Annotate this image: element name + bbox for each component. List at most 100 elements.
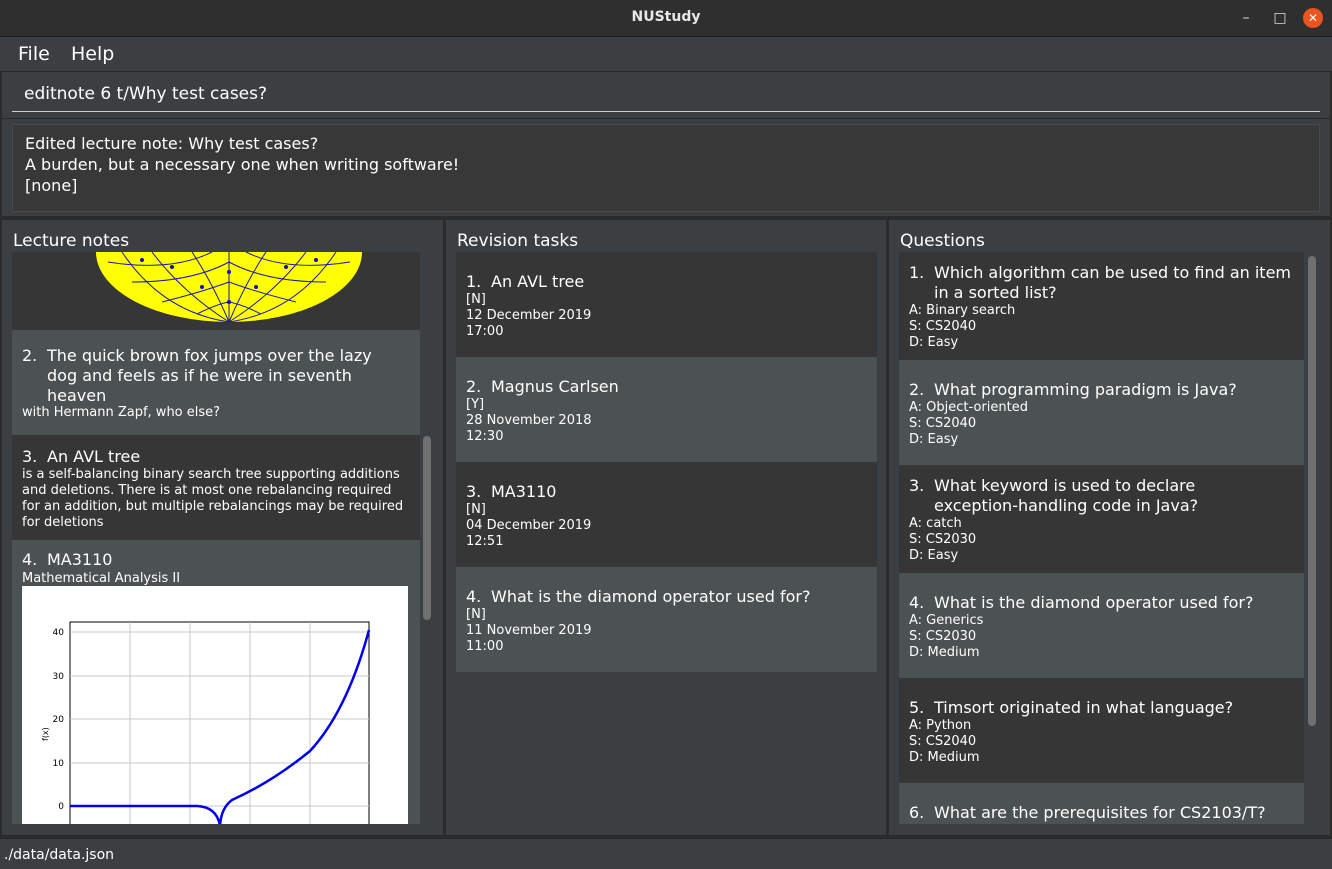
question-answer: A: Binary search — [909, 303, 1016, 318]
list-item[interactable]: 4. What is the diamond operator used for?… — [456, 567, 877, 672]
question-difficulty: D: Medium — [909, 645, 980, 660]
menu-file[interactable]: File — [18, 43, 50, 65]
task-status: [N] — [466, 607, 486, 622]
menu-bar: File Help — [0, 37, 1332, 72]
task-status: [N] — [466, 292, 486, 307]
result-text: Edited lecture note: Why test cases? A b… — [25, 134, 460, 195]
list-item[interactable]: 3. MA3110 [N] 04 December 2019 12:51 — [456, 462, 877, 567]
question-index: 4. — [909, 593, 925, 612]
y-tick: 40 — [53, 628, 65, 638]
task-time: 12:30 — [466, 429, 504, 444]
list-item[interactable]: 4. MA3110 Mathematical Analysis II 40 30… — [12, 540, 420, 824]
question-heading: 3. What keyword is used to declare except… — [909, 476, 1264, 516]
task-time: 17:00 — [466, 324, 504, 339]
question-title: What are the prerequisites for CS2103/T? — [934, 803, 1266, 822]
task-date: 12 December 2019 — [466, 308, 592, 323]
list-item[interactable]: 5. Timsort originated in what language? A… — [899, 678, 1304, 783]
task-status: [Y] — [466, 397, 485, 412]
lecture-notes-list[interactable]: 2. The quick brown fox jumps over the laz… — [12, 252, 420, 824]
question-heading: 1. Which algorithm can be used to find an… — [909, 263, 1299, 303]
lecture-notes-scrollbar[interactable] — [423, 436, 431, 620]
note-index: 4. — [22, 550, 38, 569]
question-answer: A: catch — [909, 516, 962, 531]
y-tick: 0 — [58, 802, 64, 812]
data-file-path: ./data/data.json — [4, 847, 115, 863]
menu-help[interactable]: Help — [71, 43, 114, 65]
list-item[interactable] — [12, 252, 420, 330]
task-date: 04 December 2019 — [466, 518, 592, 533]
question-title: Timsort originated in what language? — [934, 698, 1234, 717]
list-item[interactable]: 2. What programming paradigm is Java? A: … — [899, 360, 1304, 465]
result-display: Edited lecture note: Why test cases? A b… — [2, 119, 1330, 216]
question-subject: S: CS2040 — [909, 319, 977, 334]
maximize-icon[interactable]: □ — [1270, 8, 1290, 28]
question-heading: 5. Timsort originated in what language? — [909, 698, 1233, 718]
revision-tasks-list[interactable]: 1. An AVL tree [N] 12 December 2019 17:00… — [456, 252, 877, 824]
question-title: Which algorithm can be used to find an i… — [934, 263, 1291, 302]
questions-list[interactable]: 1. Which algorithm can be used to find an… — [899, 252, 1304, 824]
list-item[interactable]: 3. What keyword is used to declare except… — [899, 465, 1304, 573]
list-item[interactable]: 2. The quick brown fox jumps over the laz… — [12, 330, 420, 435]
list-item[interactable]: 1. Which algorithm can be used to find an… — [899, 252, 1304, 360]
list-item[interactable]: 4. What is the diamond operator used for?… — [899, 573, 1304, 678]
note-heading: 4. MA3110 — [22, 550, 112, 570]
list-item[interactable]: 3. An AVL tree is a self-balancing binary… — [12, 435, 420, 540]
note-content: is a self-balancing binary search tree s… — [22, 467, 404, 530]
question-difficulty: D: Easy — [909, 432, 959, 447]
title-bar: NUStudy – □ ✕ — [0, 0, 1332, 37]
minimize-icon[interactable]: – — [1236, 8, 1256, 28]
task-title: What is the diamond operator used for? — [491, 587, 811, 606]
question-index: 3. — [909, 476, 925, 495]
question-subject: S: CS2040 — [909, 734, 977, 749]
y-axis-label: f(x) — [41, 727, 50, 741]
question-subject: S: CS2040 — [909, 416, 977, 431]
question-answer: A: Python — [909, 718, 972, 733]
question-index: 1. — [909, 263, 925, 282]
task-index: 1. — [466, 272, 482, 291]
window-title: NUStudy — [631, 9, 701, 25]
task-date: 28 November 2018 — [466, 413, 592, 428]
question-answer: A: Object-oriented — [909, 400, 1028, 415]
close-icon[interactable]: ✕ — [1303, 8, 1323, 28]
task-time: 11:00 — [466, 639, 504, 654]
command-input[interactable]: editnote 6 t/Why test cases? — [24, 84, 267, 104]
command-underline — [12, 111, 1320, 112]
questions-scrollbar[interactable] — [1308, 256, 1316, 726]
task-date: 11 November 2019 — [466, 623, 592, 638]
function-plot-image: 40 30 20 10 0 f(x) — [22, 586, 408, 824]
question-subject: S: CS2030 — [909, 629, 977, 644]
note-title: An AVL tree — [47, 447, 141, 466]
task-index: 2. — [466, 377, 482, 396]
question-heading: 4. What is the diamond operator used for? — [909, 593, 1253, 613]
note-index: 2. — [22, 346, 38, 365]
revision-tasks-title: Revision tasks — [457, 231, 579, 251]
revision-tasks-panel: Revision tasks 1. An AVL tree [N] 12 Dece… — [446, 220, 886, 835]
list-item[interactable]: 2. Magnus Carlsen [Y] 28 November 2018 12… — [456, 357, 877, 462]
question-heading: 2. What programming paradigm is Java? — [909, 380, 1237, 400]
question-difficulty: D: Easy — [909, 548, 959, 563]
y-tick: 30 — [53, 672, 65, 682]
question-subject: S: CS2030 — [909, 532, 977, 547]
question-index: 5. — [909, 698, 925, 717]
y-tick: 20 — [53, 715, 65, 725]
fractal-image — [96, 252, 362, 323]
question-title: What programming paradigm is Java? — [934, 380, 1237, 399]
task-status: [N] — [466, 502, 486, 517]
list-item[interactable]: 1. An AVL tree [N] 12 December 2019 17:00 — [456, 252, 877, 357]
question-difficulty: D: Easy — [909, 335, 959, 350]
question-answer: A: Generics — [909, 613, 984, 628]
note-content: with Hermann Zapf, who else? — [22, 405, 221, 420]
question-index: 2. — [909, 380, 925, 399]
questions-panel: Questions 1. Which algorithm can be used … — [889, 220, 1330, 835]
task-title: MA3110 — [491, 482, 557, 501]
note-index: 3. — [22, 447, 38, 466]
question-title: What is the diamond operator used for? — [934, 593, 1254, 612]
task-title: Magnus Carlsen — [491, 377, 619, 396]
result-area[interactable]: Edited lecture note: Why test cases? A b… — [12, 124, 1320, 212]
task-heading: 3. MA3110 — [466, 482, 556, 502]
questions-title: Questions — [900, 231, 985, 251]
list-item[interactable]: 6. What are the prerequisites for CS2103/… — [899, 783, 1304, 824]
task-index: 4. — [466, 587, 482, 606]
question-title: What keyword is used to declare exceptio… — [934, 476, 1199, 515]
command-box[interactable]: editnote 6 t/Why test cases? — [2, 72, 1330, 118]
